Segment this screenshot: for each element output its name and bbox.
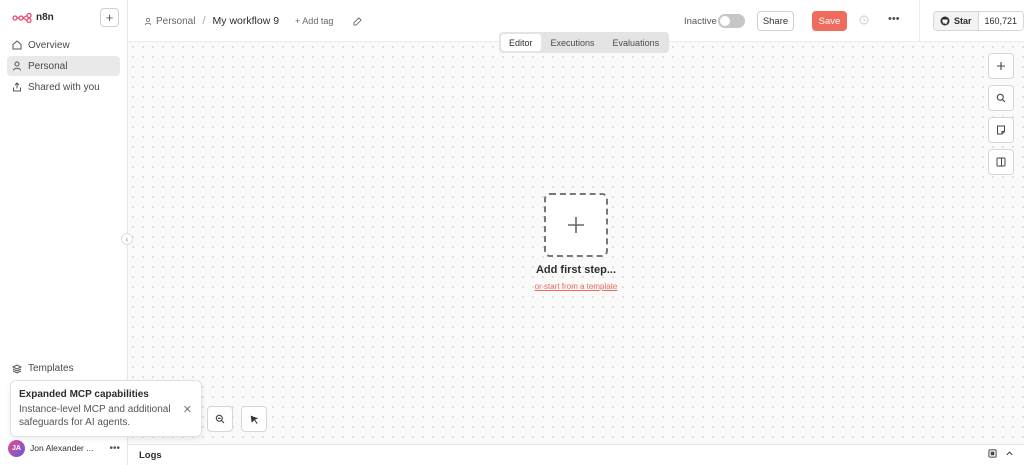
breadcrumb-project[interactable]: Personal xyxy=(156,16,195,27)
workflow-canvas[interactable]: Editor Executions Evaluations Add first … xyxy=(128,32,1024,444)
zoom-out-icon xyxy=(215,414,225,424)
plus-icon xyxy=(568,217,584,233)
add-tag-button[interactable]: + Add tag xyxy=(295,16,333,26)
toast-body: Instance-level MCP and additional safegu… xyxy=(19,404,171,428)
toggle-panel-button[interactable] xyxy=(988,149,1014,175)
sidebar-item-label: Overview xyxy=(28,39,70,51)
pop-out-icon[interactable] xyxy=(988,449,997,458)
avatar: JA xyxy=(8,439,25,457)
notification-toast: Expanded MCP capabilities Instance-level… xyxy=(10,380,202,437)
github-icon xyxy=(940,16,950,26)
github-star-button[interactable]: Star 160,721 xyxy=(933,11,1024,31)
workflow-name[interactable]: My workflow 9 xyxy=(213,15,280,27)
user-name: Jon Alexander ... xyxy=(30,443,94,453)
save-button[interactable]: Save xyxy=(812,11,847,31)
close-icon[interactable]: ✕ xyxy=(183,403,192,416)
header-divider xyxy=(919,0,920,42)
sidebar-item-shared[interactable]: Shared with you xyxy=(7,77,120,97)
sticky-note-button[interactable] xyxy=(988,117,1014,143)
user-icon xyxy=(144,17,152,25)
sidebar-item-label: Personal xyxy=(28,60,68,72)
collapse-sidebar-button[interactable]: ‹ xyxy=(121,233,133,245)
search-nodes-button[interactable] xyxy=(988,85,1014,111)
home-icon xyxy=(12,40,22,50)
breadcrumb-separator: / xyxy=(202,15,206,27)
history-icon[interactable] xyxy=(859,15,869,25)
sidebar-item-personal[interactable]: Personal xyxy=(7,56,120,76)
templates-label: Templates xyxy=(28,363,74,374)
n8n-logo-icon xyxy=(12,12,32,23)
plus-icon xyxy=(997,62,1005,70)
start-from-template-link[interactable]: or start from a template xyxy=(508,282,644,291)
tab-evaluations[interactable]: Evaluations xyxy=(605,34,668,51)
logs-actions xyxy=(988,449,1014,458)
chevron-left-icon: ‹ xyxy=(125,234,129,244)
status-label: Inactive xyxy=(684,16,717,27)
active-toggle[interactable] xyxy=(718,14,745,28)
more-horizontal-icon[interactable]: ••• xyxy=(109,443,120,454)
view-tabs: Editor Executions Evaluations xyxy=(499,32,670,53)
github-star[interactable]: Star xyxy=(934,12,979,30)
breadcrumb: Personal / My workflow 9 + Add tag xyxy=(144,15,363,27)
chevron-up-icon[interactable] xyxy=(1005,449,1014,458)
templates-icon xyxy=(12,363,22,374)
logs-label: Logs xyxy=(139,450,162,461)
pointer-mode-button[interactable] xyxy=(241,406,267,432)
panel-icon xyxy=(996,157,1006,167)
plus-icon: + xyxy=(105,10,114,25)
tab-executions[interactable]: Executions xyxy=(543,34,603,51)
user-icon xyxy=(13,61,21,71)
cursor-icon xyxy=(250,415,258,424)
zoom-out-button[interactable] xyxy=(207,406,233,432)
sidebar-item-overview[interactable]: Overview xyxy=(7,35,120,55)
sidebar-item-templates[interactable]: Templates xyxy=(12,363,74,374)
github-star-label: Star xyxy=(954,16,972,26)
create-button[interactable]: + xyxy=(100,8,119,27)
logo[interactable]: n8n xyxy=(12,12,54,23)
add-first-step-button[interactable] xyxy=(544,193,608,257)
sticky-note-icon xyxy=(997,125,1005,135)
share-button[interactable]: Share xyxy=(757,11,794,31)
user-menu[interactable]: JA Jon Alexander ... ••• xyxy=(8,438,120,458)
canvas-zoom-toolbar xyxy=(207,406,267,432)
logs-panel-bar[interactable]: Logs xyxy=(128,444,1024,465)
sidebar-nav: Overview Personal Shared with you xyxy=(7,35,120,98)
add-first-step-label: Add first step... xyxy=(535,264,617,276)
share-icon xyxy=(13,82,21,92)
toast-title: Expanded MCP capabilities xyxy=(19,389,149,400)
logo-text: n8n xyxy=(36,12,54,23)
canvas-side-toolbar xyxy=(988,53,1014,175)
tab-editor[interactable]: Editor xyxy=(501,34,541,51)
sidebar-item-label: Shared with you xyxy=(28,81,100,93)
github-star-count[interactable]: 160,721 xyxy=(978,12,1024,30)
edit-icon[interactable] xyxy=(353,16,363,26)
search-icon xyxy=(996,93,1006,103)
more-options-icon[interactable]: ••• xyxy=(888,13,900,25)
add-node-button[interactable] xyxy=(988,53,1014,79)
